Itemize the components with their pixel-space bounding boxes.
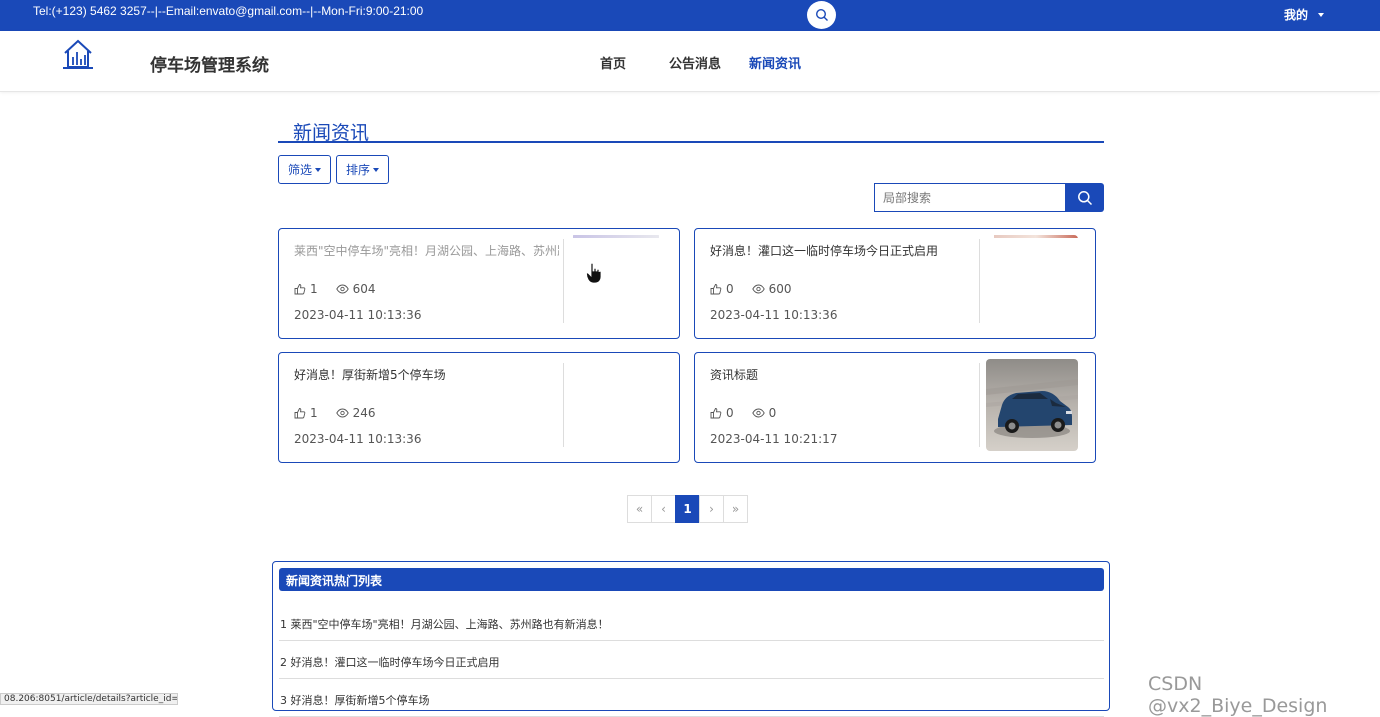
sort-dropdown-button[interactable]: 排序 (336, 155, 389, 184)
news-card-title[interactable]: 莱西"空中停车场"亮相！月湖公园、上海路、苏州路也有新消息！ (294, 242, 559, 259)
filter-label: 筛选 (287, 163, 312, 177)
news-thumbnail[interactable] (986, 235, 1078, 327)
watermark-text: CSDN @vx2_Biye_Design (1148, 673, 1328, 717)
view-count: 600 (768, 282, 792, 296)
caret-down-icon (373, 167, 379, 172)
news-card-stats: 1 604 (294, 282, 376, 296)
news-card[interactable]: 资讯标题 0 0 2023-04-11 10:21:17 (694, 352, 1096, 463)
site-brand[interactable]: 停车场管理系统 (150, 51, 269, 76)
news-card[interactable]: 莱西"空中停车场"亮相！月湖公园、上海路、苏州路也有新消息！ 1 604 202… (278, 228, 680, 339)
local-search-button[interactable] (1065, 183, 1104, 212)
nav-news[interactable]: 新闻资讯 (749, 53, 801, 72)
hot-news-header: 新闻资讯热门列表 (279, 568, 1104, 591)
nav-announcements[interactable]: 公告消息 (669, 53, 721, 72)
page-title: 新闻资讯 (293, 122, 370, 144)
car-photo-icon (986, 359, 1078, 451)
caret-down-icon (315, 167, 321, 172)
news-thumbnail[interactable] (570, 359, 662, 451)
pagination-first[interactable]: « (627, 495, 652, 523)
pagination-next[interactable]: › (699, 495, 724, 523)
search-icon (1077, 190, 1092, 205)
news-card-date: 2023-04-11 10:21:17 (710, 432, 838, 446)
like-count: 1 (310, 406, 318, 420)
status-bar-url: 08.206:8051/article/details?article_id=2 (0, 693, 178, 705)
pagination-last[interactable]: » (723, 495, 748, 523)
thumb-up-icon (294, 284, 306, 295)
news-thumbnail-car[interactable] (986, 359, 1078, 451)
news-card-title[interactable]: 好消息！厚街新增5个停车场 (294, 366, 559, 383)
view-count: 246 (352, 406, 376, 420)
news-card[interactable]: 好消息！厚街新增5个停车场 1 246 2023-04-11 10:13:36 (278, 352, 680, 463)
like-count: 0 (726, 282, 734, 296)
card-divider (979, 363, 980, 447)
news-card[interactable]: 好消息！灌口这一临时停车场今日正式启用 0 600 2023-04-11 10:… (694, 228, 1096, 339)
hot-news-item[interactable]: 2 好消息！灌口这一临时停车场今日正式启用 (279, 641, 1104, 679)
news-card-date: 2023-04-11 10:13:36 (294, 308, 422, 322)
thumb-up-icon (710, 408, 722, 419)
local-search (874, 183, 1104, 212)
building-chart-icon[interactable] (62, 38, 94, 71)
thumb-up-icon (710, 284, 722, 295)
view-count: 0 (768, 406, 777, 420)
local-search-input[interactable] (874, 183, 1065, 212)
eye-icon (335, 284, 349, 294)
user-menu-label: 我的 (1284, 8, 1309, 22)
thumb-up-icon (294, 408, 306, 419)
like-count: 1 (310, 282, 318, 296)
sort-label: 排序 (345, 163, 370, 177)
news-card-stats: 1 246 (294, 406, 376, 420)
news-card-stats: 0 600 (710, 282, 792, 296)
news-card-title[interactable]: 好消息！灌口这一临时停车场今日正式启用 (710, 242, 975, 259)
global-search-button[interactable] (807, 1, 836, 29)
pagination-current-page[interactable]: 1 (675, 495, 700, 523)
nav-home[interactable]: 首页 (600, 53, 626, 72)
section-title-bar: 新闻资讯 (278, 116, 1104, 144)
hot-news-item[interactable]: 3 好消息！厚街新增5个停车场 (279, 679, 1104, 717)
filter-dropdown-button[interactable]: 筛选 (278, 155, 331, 184)
eye-icon (751, 408, 765, 418)
news-card-stats: 0 0 (710, 406, 776, 420)
card-divider (979, 239, 980, 323)
like-count: 0 (726, 406, 734, 420)
top-contact-bar: Tel:(+123) 5462 3257--|--Email:envato@gm… (0, 0, 1380, 31)
card-divider (563, 239, 564, 323)
pagination: « ‹ 1 › » (627, 495, 748, 523)
search-icon (815, 8, 828, 21)
card-divider (563, 363, 564, 447)
main-navbar: 停车场管理系统 首页 公告消息 新闻资讯 (0, 31, 1380, 92)
eye-icon (751, 284, 765, 294)
view-count: 604 (352, 282, 376, 296)
hand-cursor-icon (586, 262, 602, 284)
news-thumbnail[interactable] (570, 235, 662, 327)
hot-news-panel: 新闻资讯热门列表 1 莱西"空中停车场"亮相！月湖公园、上海路、苏州路也有新消息… (272, 561, 1110, 717)
contact-info: Tel:(+123) 5462 3257--|--Email:envato@gm… (33, 4, 424, 18)
user-menu-toggle[interactable]: 我的 (1284, 6, 1325, 23)
pagination-prev[interactable]: ‹ (651, 495, 676, 523)
news-card-date: 2023-04-11 10:13:36 (294, 432, 422, 446)
hot-news-item[interactable]: 1 莱西"空中停车场"亮相！月湖公园、上海路、苏州路也有新消息！ (279, 603, 1104, 641)
eye-icon (335, 408, 349, 418)
news-card-title[interactable]: 资讯标题 (710, 366, 975, 383)
caret-down-icon (1318, 12, 1325, 17)
news-card-date: 2023-04-11 10:13:36 (710, 308, 838, 322)
